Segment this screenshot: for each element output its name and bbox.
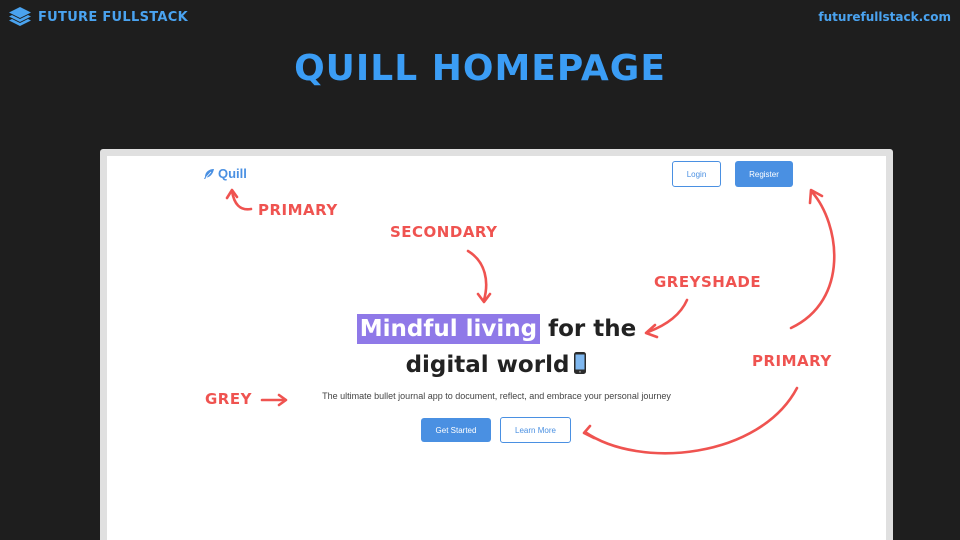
annotation-primary-logo: PRIMARY	[258, 201, 338, 219]
phone-icon	[574, 352, 587, 374]
annotation-secondary: SECONDARY	[390, 223, 498, 241]
hero-line2: digital world	[405, 352, 570, 378]
stacked-layers-icon	[9, 7, 31, 26]
annotation-greyshade: GREYSHADE	[654, 273, 762, 291]
get-started-button[interactable]: Get Started	[421, 418, 491, 442]
hero-line1-rest: for the	[548, 316, 637, 342]
quill-logo[interactable]: Quill	[203, 166, 247, 181]
site-url: futurefullstack.com	[818, 10, 951, 24]
learn-more-button[interactable]: Learn More	[500, 417, 571, 443]
quill-homepage-screenshot: Quill Login Register Mindful living for …	[107, 156, 886, 540]
annotation-primary-buttons: PRIMARY	[752, 352, 832, 370]
quill-logo-text: Quill	[218, 166, 247, 181]
feather-icon	[204, 168, 214, 179]
brand: FUTURE FULLSTACK	[8, 5, 188, 29]
slide-title: QUILL HOMEPAGE	[294, 48, 666, 89]
register-button[interactable]: Register	[735, 161, 793, 187]
annotation-grey: GREY	[205, 390, 252, 408]
brand-name: FUTURE FULLSTACK	[38, 9, 188, 25]
hero-highlight: Mindful living	[356, 314, 541, 344]
hero-heading: Mindful living for the digital world	[107, 311, 886, 383]
login-button[interactable]: Login	[672, 161, 721, 187]
